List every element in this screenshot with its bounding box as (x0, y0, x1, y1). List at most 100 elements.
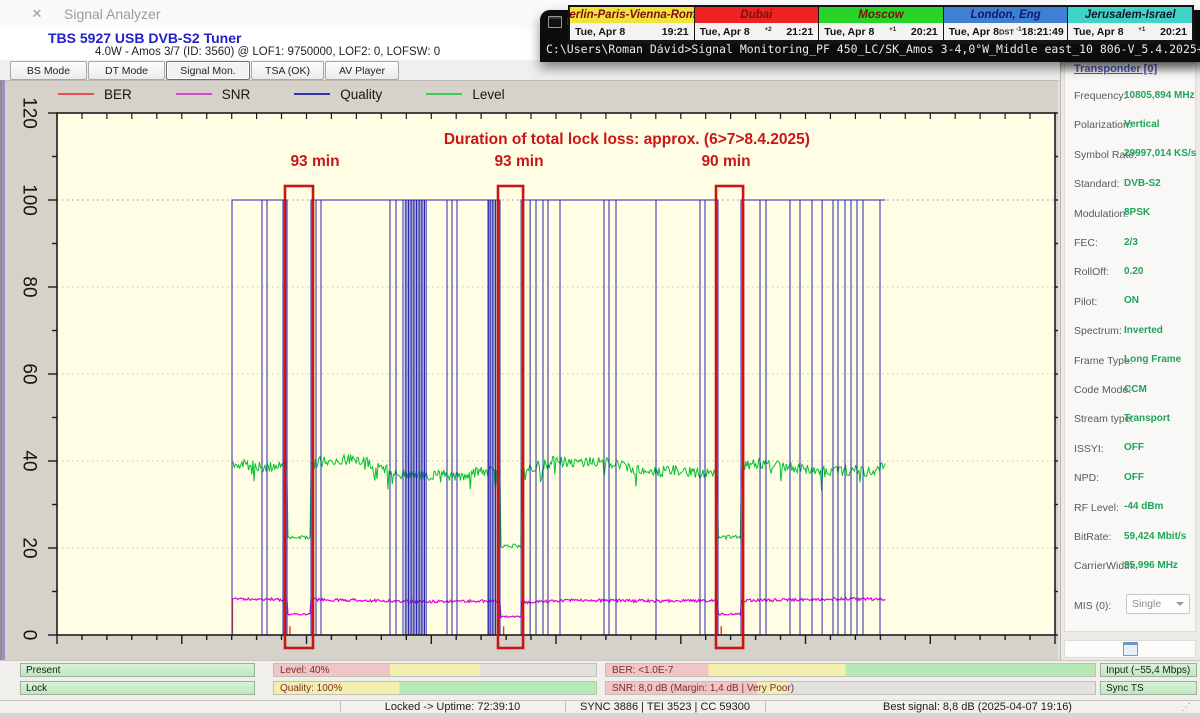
clock-time: 21:21 (786, 26, 813, 38)
window-panel-icon (1123, 642, 1138, 656)
param-value: 29997,014 KS/s (1124, 148, 1196, 159)
param-value: 10805,894 MHz (1124, 90, 1195, 101)
clock-date: Tue, Apr 8 (949, 26, 999, 38)
status-divider (565, 701, 566, 712)
clock-time: 20:21 (1160, 26, 1187, 38)
clock-column: DubaiTue, Apr 8+221:21 (695, 7, 819, 42)
param-value: Transport (1124, 413, 1170, 424)
param-value: ON (1124, 295, 1139, 306)
clock-offset: DST -1 (999, 26, 1022, 37)
clock-column: MoscowTue, Apr 8+120:21 (819, 7, 943, 42)
badge-lock: Lock (20, 681, 255, 695)
tab-tsa-ok[interactable]: TSA (OK) (251, 61, 324, 80)
window-title: Signal Analyzer (64, 6, 161, 22)
clock-time: 18:21:49 (1022, 26, 1064, 38)
param-value: 8PSK (1124, 207, 1150, 218)
clock-date: Tue, Apr 8 (700, 26, 750, 38)
clock-city: Moscow (819, 7, 943, 23)
clock-column: London, EngTue, Apr 8DST -118:21:49 (944, 7, 1068, 42)
param-label: NPD: (1074, 472, 1099, 484)
terminal-shadow (1060, 62, 1200, 74)
param-label: Modulation: (1074, 208, 1128, 220)
param-value: 59,424 Mbit/s (1124, 531, 1186, 542)
param-label: Frequency: (1074, 90, 1127, 102)
status-best-signal: Best signal: 8,8 dB (2025-04-07 19:16) (765, 701, 1190, 713)
chevron-down-icon (1176, 602, 1184, 606)
tab-dt-mode[interactable]: DT Mode (88, 61, 165, 80)
svg-text:20: 20 (19, 537, 40, 558)
param-label: Standard: (1074, 178, 1120, 190)
param-value: OFF (1124, 442, 1144, 453)
svg-text:93 min: 93 min (290, 153, 339, 170)
tab-av-player[interactable]: AV Player (325, 61, 399, 80)
svg-text:80: 80 (19, 276, 40, 297)
clock-time-row: Tue, Apr 8+221:21 (695, 23, 819, 40)
clock-date: Tue, Apr 8 (824, 26, 874, 38)
param-label: RollOff: (1074, 266, 1109, 278)
window-bottom-edge (0, 713, 1200, 718)
param-value: 35,996 MHz (1124, 560, 1178, 571)
param-value: 2/3 (1124, 237, 1138, 248)
svg-text:100: 100 (19, 184, 40, 216)
status-uptime: Locked -> Uptime: 72:39:10 (340, 701, 565, 713)
param-value: DVB-S2 (1124, 178, 1161, 189)
signal-analyzer-window: ✕ Signal Analyzer TBS 5927 USB DVB-S2 Tu… (0, 0, 1200, 718)
tab-bs-mode[interactable]: BS Mode (10, 61, 87, 80)
clock-column: Berlin-Paris-Vienna-Roma Tue, Apr 8 19:21 (570, 7, 694, 42)
clock-time: 19:21 (662, 26, 689, 38)
clock-date: Tue, Apr 8 (575, 26, 625, 38)
clock-city: Jerusalem-Israel (1068, 7, 1192, 23)
bar-quality: Quality: 100% (273, 681, 597, 695)
clock-city: Dubai (695, 7, 819, 23)
status-divider (340, 701, 341, 712)
clock-time-row: Tue, Apr 8DST -118:21:49 (944, 23, 1068, 40)
param-label: Spectrum: (1074, 325, 1122, 337)
resize-grip[interactable]: ⋰ (1181, 702, 1191, 713)
status-counters: SYNC 3886 | TEI 3523 | CC 59300 (565, 701, 765, 713)
svg-text:Duration of total lock loss: a: Duration of total lock loss: approx. (6>… (444, 131, 810, 148)
param-label: ISSYI: (1074, 443, 1104, 455)
clock-date: Tue, Apr 8 (1073, 26, 1123, 38)
svg-text:40: 40 (19, 450, 40, 471)
bar-ber: BER: <1.0E-7 (605, 663, 1096, 677)
param-value: 0.20 (1124, 266, 1143, 277)
svg-text:60: 60 (19, 363, 40, 384)
param-label: RF Level: (1074, 502, 1119, 514)
svg-text:93 min: 93 min (494, 153, 543, 170)
clock-time-row: Tue, Apr 8+120:21 (819, 23, 943, 40)
bar-snr: SNR: 8,0 dB (Margin: 1,4 dB | Very Poor) (605, 681, 1096, 695)
svg-text:0: 0 (19, 630, 40, 641)
mis-selected-value: Single (1132, 598, 1161, 610)
clock-city: London, Eng (944, 7, 1068, 23)
badge-input-55-4-mbps: Input (~55,4 Mbps) (1100, 663, 1197, 677)
svg-text:120: 120 (19, 97, 40, 129)
terminal-icon (548, 16, 562, 28)
mis-dropdown[interactable]: Single (1126, 594, 1190, 614)
mis-label: MIS (0): (1074, 600, 1111, 612)
param-value: CCM (1124, 384, 1147, 395)
app-icon: ✕ (30, 7, 44, 21)
signal-monitor-plot: 0 20 40 60 80 100 120 93 min 93 min 90 min Duratio… (6, 80, 1058, 660)
param-value: -44 dBm (1124, 501, 1163, 512)
param-value: Vertical (1124, 119, 1160, 130)
badge-sync-ts: Sync TS (1100, 681, 1197, 695)
clock-column: Jerusalem-IsraelTue, Apr 8+120:21 (1068, 7, 1192, 42)
tab-signal-mon[interactable]: Signal Mon. (166, 61, 250, 80)
world-clock-panel[interactable]: Berlin-Paris-Vienna-Roma Tue, Apr 8 19:21 D… (568, 5, 1194, 44)
clock-time-row: Tue, Apr 8+120:21 (1068, 23, 1192, 40)
clock-offset: +1 (874, 26, 911, 37)
svg-text:90 min: 90 min (701, 153, 750, 170)
param-value: Inverted (1124, 325, 1163, 336)
param-label: Pilot: (1074, 296, 1097, 308)
panel-button[interactable] (1064, 640, 1196, 658)
terminal-prompt[interactable]: C:\Users\Roman Dávid>Signal Monitoring_P… (546, 42, 1198, 56)
clock-time: 20:21 (911, 26, 938, 38)
clock-city: Berlin-Paris-Vienna-Roma (570, 7, 694, 23)
param-label: BitRate: (1074, 531, 1111, 543)
badge-present: Present (20, 663, 255, 677)
param-value: Long Frame (1124, 354, 1181, 365)
bar-level: Level: 40% (273, 663, 597, 677)
clock-time-row: Tue, Apr 8 19:21 (570, 23, 694, 40)
status-divider (765, 701, 766, 712)
param-label: FEC: (1074, 237, 1098, 249)
